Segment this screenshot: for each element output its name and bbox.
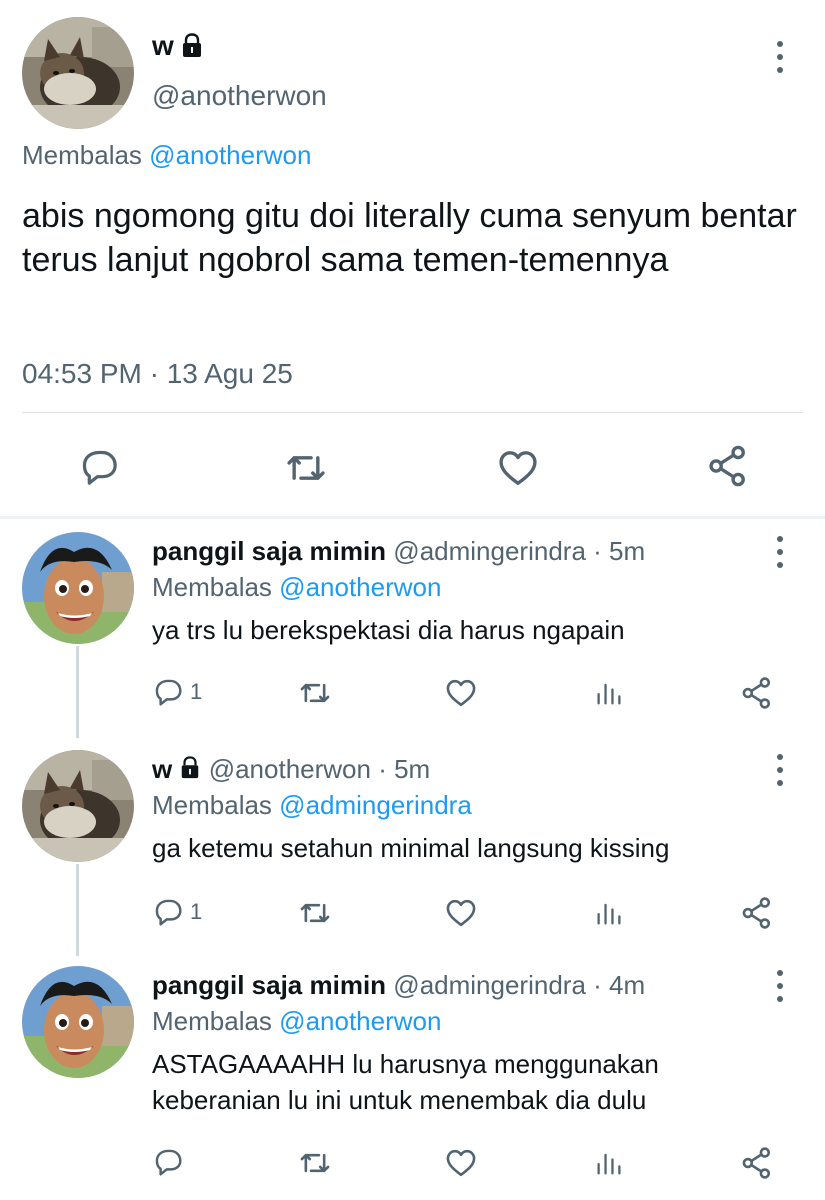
cat-avatar-image [22,750,134,862]
divider [22,412,803,413]
reply-context: Membalas @admingerindra [152,788,472,822]
author-name[interactable]: panggil saja mimin [152,970,386,1000]
like-button[interactable] [444,896,478,930]
stats-icon [597,1153,621,1175]
share-button[interactable] [706,444,750,488]
reply-icon [155,899,182,926]
share-button[interactable] [740,896,774,930]
cartoon-face-avatar-image [22,966,134,1078]
reply-to-mention[interactable]: @anotherwon [279,1006,441,1036]
more-options-icon[interactable] [774,970,786,1002]
reply-text: ga ketemu setahun minimal langsung kissi… [152,833,670,863]
reply-text: ASTAGAAAAHH lu harusnya menggunakan kebe… [152,1049,659,1115]
reply-time: · 5m [593,536,646,566]
reply-prefix: Membalas [152,572,272,602]
lock-icon [181,756,200,780]
reply-to-mention[interactable]: @anotherwon [149,140,311,170]
reply-prefix: Membalas [152,790,272,820]
reply-actions [0,1144,825,1188]
like-button[interactable] [444,1146,478,1180]
like-icon [446,899,476,927]
reply-icon [155,679,182,706]
like-icon [446,679,476,707]
share-button[interactable] [740,1146,774,1180]
reply-count: 1 [190,899,203,924]
reply-button[interactable]: 1 [152,676,202,708]
reply-tweet[interactable]: panggil saja mimin @admingerindra · 5m M… [0,532,825,732]
more-options-icon[interactable] [774,754,786,786]
retweet-icon [300,1153,330,1173]
more-options-icon[interactable] [774,536,786,568]
author-name[interactable]: w [152,754,172,784]
reply-prefix: Membalas [22,140,142,170]
reply-actions: 1 [0,894,825,938]
reply-tweet[interactable]: panggil saja mimin @admingerindra · 4m M… [0,966,825,1200]
reply-time: · 4m [593,970,646,1000]
reply-to-mention[interactable]: @anotherwon [279,572,441,602]
stats-icon [597,903,621,925]
share-icon [709,445,745,487]
reply-header: panggil saja mimin @admingerindra · 4m [152,968,645,1002]
reply-header: panggil saja mimin @admingerindra · 5m [152,534,645,568]
analytics-button[interactable] [594,1148,624,1178]
reply-header: w @anotherwon · 5m [152,752,430,786]
reply-context: Membalas @anotherwon [152,570,441,604]
reply-context: Membalas @anotherwon [152,1004,441,1038]
analytics-button[interactable] [594,678,624,708]
author-handle[interactable]: @admingerindra [393,970,586,1000]
avatar[interactable] [22,966,134,1078]
tweet-timestamp[interactable]: 04:53 PM · 13 Agu 25 [22,358,293,390]
stats-icon [597,683,621,705]
retweet-icon [300,903,330,923]
like-icon [446,1149,476,1177]
author-handle[interactable]: @admingerindra [393,536,586,566]
avatar[interactable] [22,532,134,644]
author-handle[interactable]: @anotherwon [152,80,327,112]
retweet-button[interactable] [284,446,328,490]
retweet-button[interactable] [298,676,332,710]
main-tweet: w @anotherwon Membalas @anotherwon abis … [0,0,825,516]
reply-context: Membalas @anotherwon [22,140,311,171]
share-icon [742,1147,771,1179]
avatar[interactable] [22,17,134,129]
reply-button[interactable] [152,1146,190,1178]
like-button[interactable] [444,676,478,710]
cartoon-face-avatar-image [22,532,134,644]
avatar[interactable] [22,750,134,862]
reply-prefix: Membalas [152,1006,272,1036]
share-button[interactable] [740,676,774,710]
author-name[interactable]: w [152,30,174,62]
reply-tweet[interactable]: w @anotherwon · 5m Membalas @admingerind… [0,750,825,950]
tweet-actions [0,430,825,500]
author-name[interactable]: panggil saja mimin [152,536,386,566]
reply-button[interactable]: 1 [152,896,202,928]
reply-time: · 5m [378,754,431,784]
section-separator [0,516,825,519]
share-icon [742,897,771,929]
reply-actions: 1 [0,674,825,718]
retweet-button[interactable] [298,1146,332,1180]
reply-count: 1 [190,679,203,704]
cat-avatar-image [22,17,134,129]
analytics-button[interactable] [594,898,624,928]
reply-icon [82,450,117,485]
tweet-text: abis ngomong gitu doi literally cuma sen… [22,197,797,279]
reply-icon [155,1149,182,1176]
retweet-icon [287,456,325,480]
retweet-icon [300,683,330,703]
reply-button[interactable] [78,446,120,488]
like-icon [499,451,537,485]
reply-to-mention[interactable]: @admingerindra [279,790,472,820]
author-name-row: w [152,30,204,62]
retweet-button[interactable] [298,896,332,930]
reply-text: ya trs lu berekspektasi dia harus ngapai… [152,615,625,645]
author-handle[interactable]: @anotherwon [209,754,371,784]
share-icon [742,677,771,709]
lock-icon [181,33,202,59]
like-button[interactable] [496,446,540,490]
more-options-icon[interactable] [774,41,786,73]
